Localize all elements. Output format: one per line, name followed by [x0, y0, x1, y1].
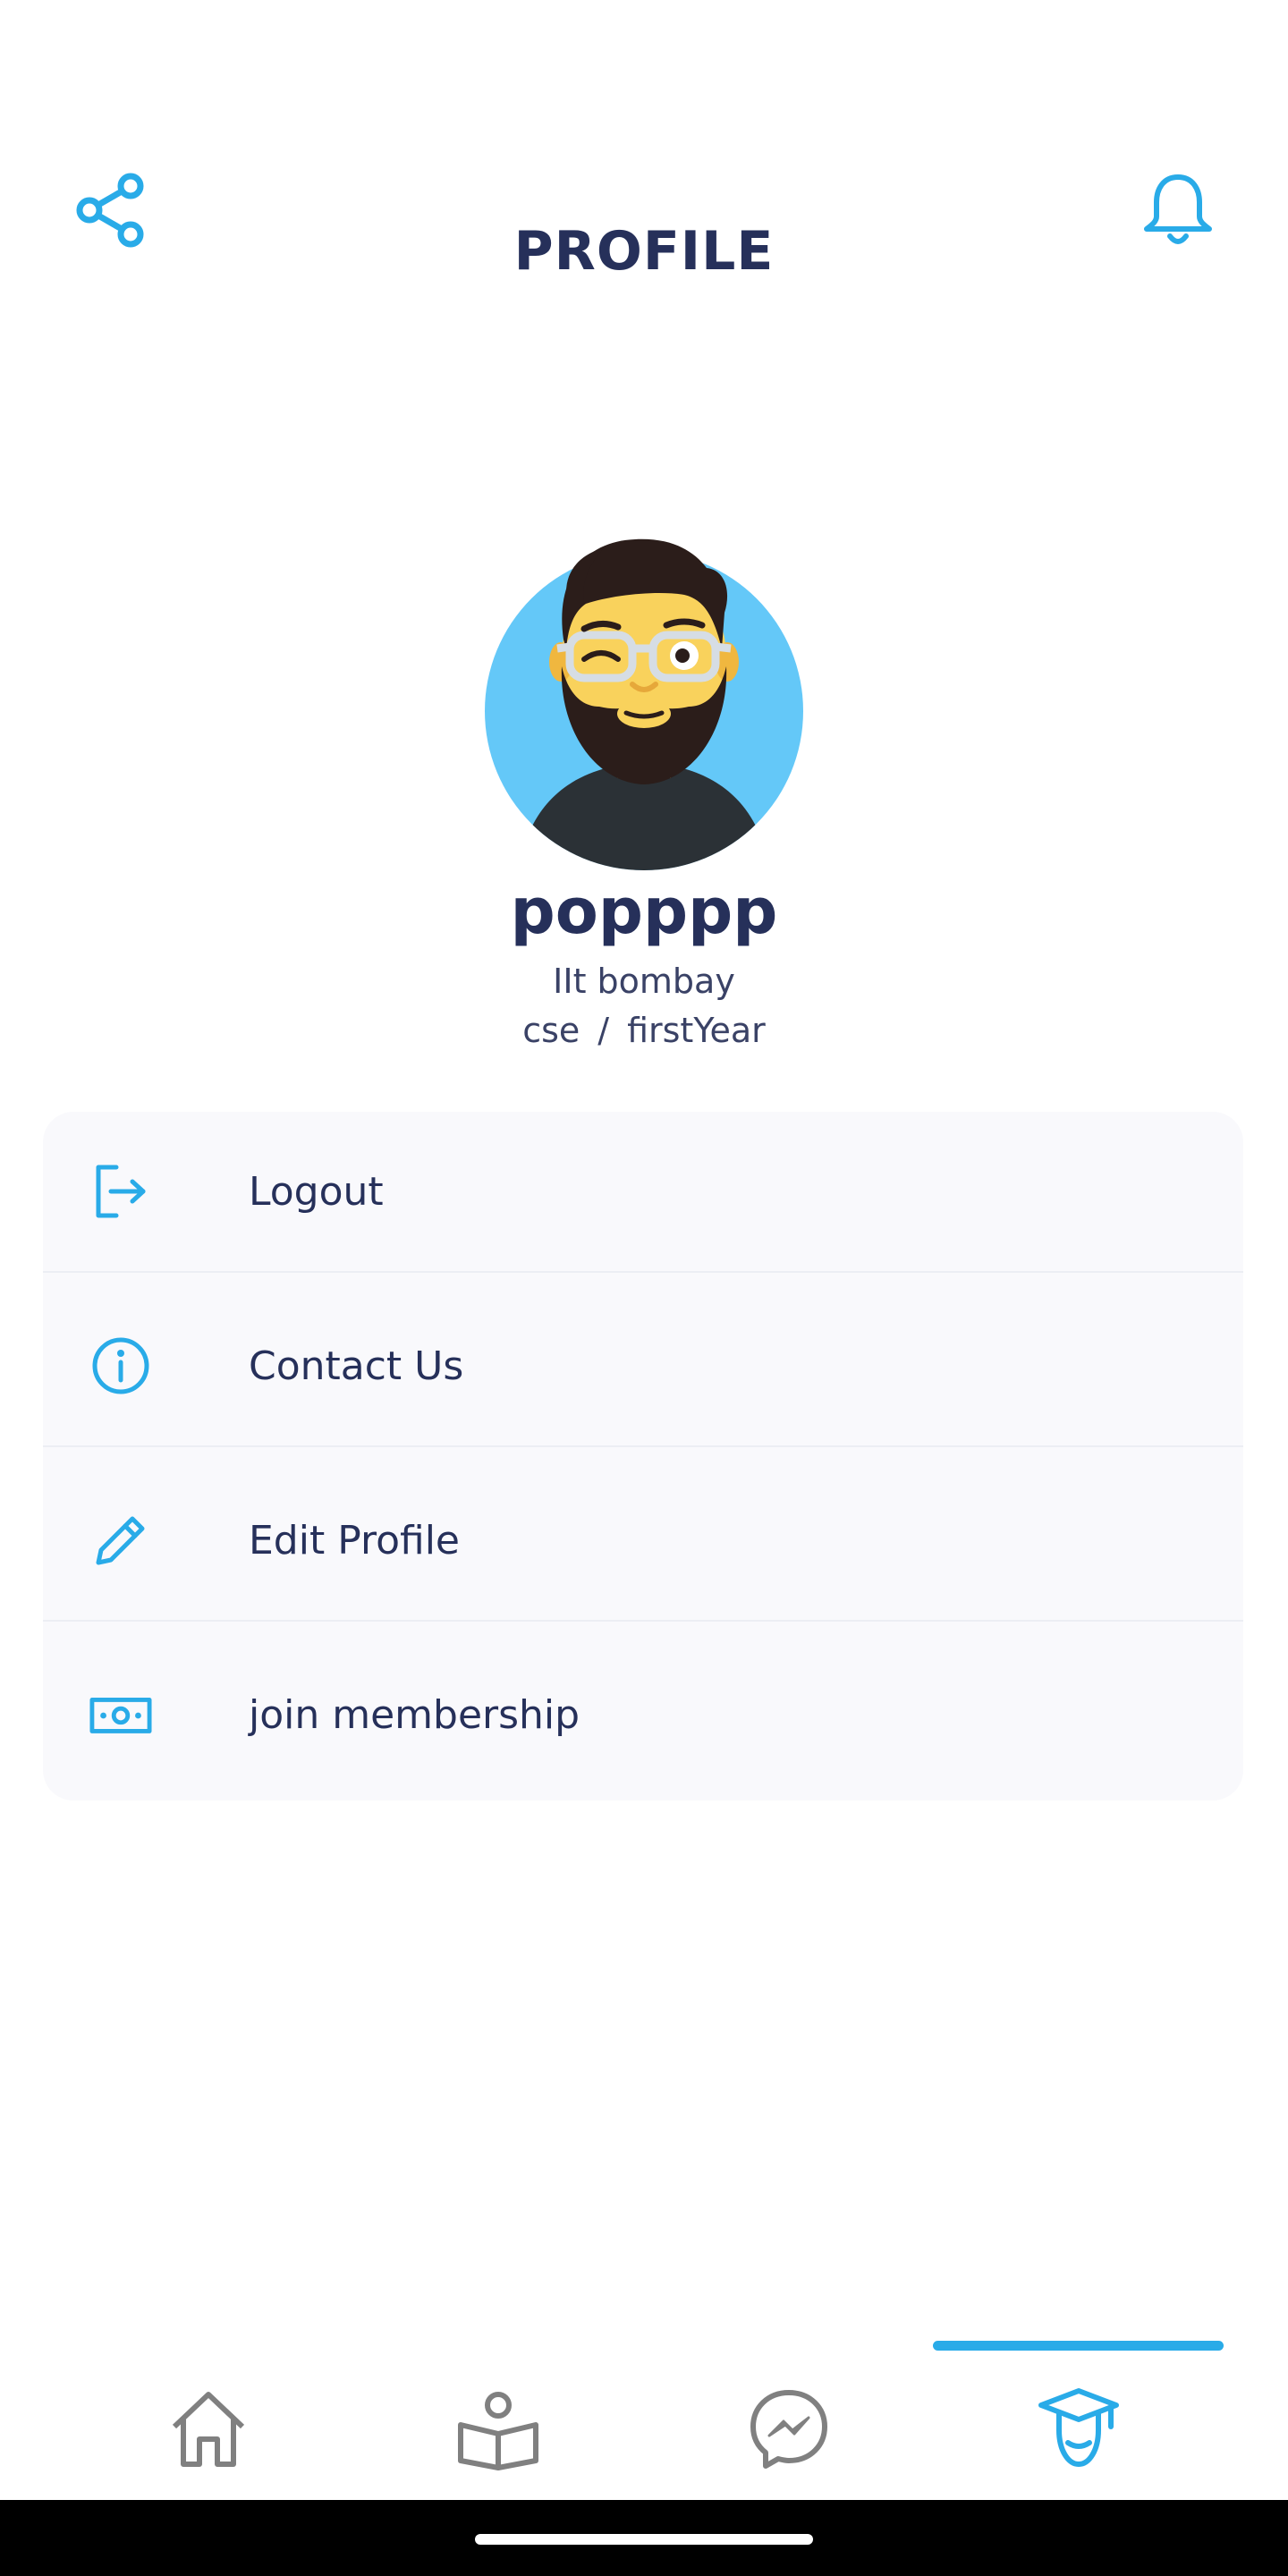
menu-divider [43, 1271, 1243, 1273]
logout-icon [89, 1160, 152, 1223]
home-indicator[interactable] [475, 2534, 813, 2545]
menu-label-edit-profile: Edit Profile [249, 1517, 461, 1563]
user-college: IIt bombay [553, 962, 735, 1001]
user-name: popppp [510, 875, 778, 948]
home-icon [172, 2392, 245, 2467]
messenger-icon [750, 2390, 827, 2469]
bearded-man-avatar [485, 538, 803, 870]
tab-messages[interactable] [740, 2379, 838, 2478]
active-tab-indicator [933, 2341, 1224, 2351]
profile-avatar [479, 505, 809, 872]
tab-reading[interactable] [449, 2379, 547, 2478]
money-icon [89, 1683, 152, 1746]
menu-divider [43, 1620, 1243, 1622]
reading-icon [458, 2392, 538, 2470]
menu-item-logout[interactable]: Logout [43, 1112, 1243, 1271]
bell-icon [1144, 174, 1212, 244]
menu-label-contact-us: Contact Us [249, 1343, 464, 1389]
menu-item-edit-profile[interactable]: Edit Profile [43, 1461, 1243, 1620]
tab-home[interactable] [159, 2379, 258, 2478]
tab-profile[interactable] [1030, 2379, 1128, 2478]
user-year: firstYear [627, 1011, 766, 1050]
page-title: PROFILE [513, 220, 775, 283]
menu-label-logout: Logout [249, 1168, 384, 1215]
profile-menu: Logout Contact Us Edit Profile join memb… [43, 1112, 1243, 1801]
user-branch: cse [522, 1011, 580, 1050]
profile-screen: PROFILE popppp IIt bombay cse / firstYea… [0, 0, 1288, 2576]
notifications-button[interactable] [1138, 170, 1218, 250]
pencil-icon [89, 1509, 152, 1572]
branch-year-separator: / [597, 1011, 610, 1050]
menu-item-contact-us[interactable]: Contact Us [43, 1286, 1243, 1445]
user-branch-year: cse / firstYear [0, 1011, 1288, 1050]
menu-item-join-membership[interactable]: join membership [43, 1635, 1243, 1794]
menu-divider [43, 1445, 1243, 1447]
info-icon [89, 1335, 152, 1397]
graduate-icon [1038, 2388, 1119, 2467]
menu-label-join-membership: join membership [249, 1691, 580, 1738]
